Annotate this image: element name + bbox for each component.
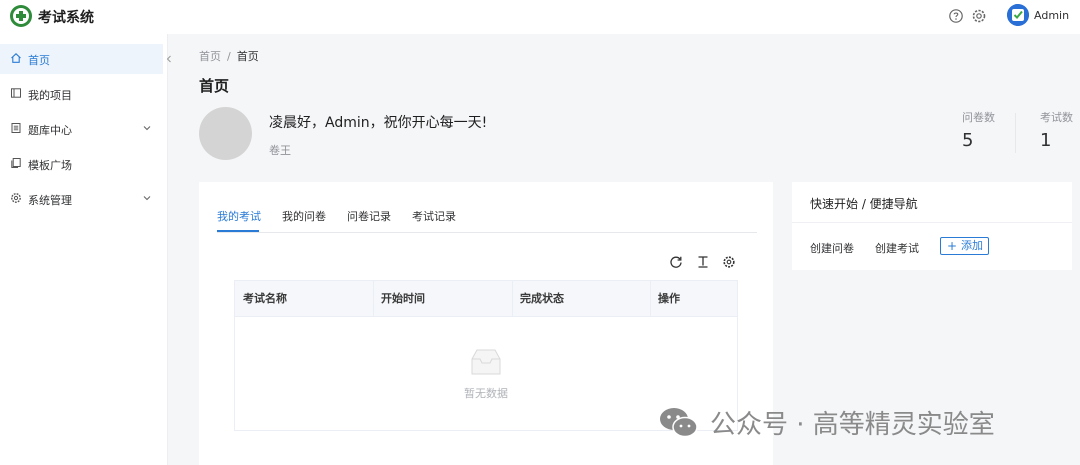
card-divider	[792, 222, 1072, 223]
quick-nav-title: 快速开始 / 便捷导航	[810, 197, 918, 211]
breadcrumb-current: 首页	[236, 50, 259, 63]
setting-icon[interactable]	[722, 255, 736, 269]
tab-my-surveys[interactable]: 我的问卷	[282, 208, 326, 224]
user-avatar[interactable]	[1007, 4, 1029, 26]
home-icon	[11, 53, 21, 63]
stat-value-surveys: 5	[962, 130, 974, 151]
gear-icon[interactable]	[971, 8, 987, 24]
plus-icon: +	[947, 239, 958, 253]
sidebar: 首页 我的项目 题库中心 模板广场 系统管理	[0, 34, 171, 465]
sidebar-item-templates[interactable]: 模板广场	[0, 149, 163, 179]
column-header-start-time: 开始时间	[381, 292, 425, 305]
gear-icon	[11, 193, 21, 203]
create-survey-link[interactable]: 创建问卷	[810, 240, 854, 256]
template-icon	[11, 158, 21, 168]
sidebar-item-system[interactable]: 系统管理	[0, 184, 163, 214]
user-role: 卷王	[269, 144, 291, 157]
tab-my-exams[interactable]: 我的考试	[217, 208, 261, 224]
sidebar-item-label: 模板广场	[28, 159, 72, 172]
wechat-icon	[660, 408, 698, 438]
tab-survey-records[interactable]: 问卷记录	[347, 208, 391, 224]
chevron-down-icon	[143, 196, 151, 201]
table-header: 考试名称 开始时间 完成状态 操作	[235, 281, 737, 317]
app-title: 考试系统	[38, 10, 94, 26]
sidebar-item-label: 我的项目	[28, 89, 72, 102]
breadcrumb-separator: /	[227, 50, 231, 63]
chevron-down-icon	[143, 126, 151, 131]
empty-inbox-icon	[471, 349, 501, 375]
add-button[interactable]: + 添加	[940, 237, 989, 255]
quick-nav-card: 快速开始 / 便捷导航 创建问卷 创建考试 + 添加	[792, 182, 1072, 270]
empty-text: 暂无数据	[464, 387, 508, 400]
column-header-exam-name: 考试名称	[243, 292, 287, 305]
profile-avatar	[199, 107, 252, 160]
sidebar-item-label: 首页	[28, 54, 50, 67]
stat-value-exams: 1	[1040, 130, 1052, 151]
stat-label-surveys: 问卷数	[962, 111, 995, 124]
tab-divider	[217, 232, 757, 233]
page-title: 首页	[199, 77, 230, 95]
watermark-text: 公众号 · 高等精灵实验室	[710, 410, 995, 440]
sidebar-item-projects[interactable]: 我的项目	[0, 79, 163, 109]
column-height-icon[interactable]	[696, 255, 710, 269]
top-header: 考试系统 Admin	[0, 0, 1080, 34]
sidebar-item-home[interactable]: 首页	[0, 44, 163, 74]
sidebar-item-question-bank[interactable]: 题库中心	[0, 114, 163, 144]
user-name[interactable]: Admin	[1034, 9, 1069, 22]
refresh-icon[interactable]	[669, 255, 683, 269]
collapse-sidebar-icon[interactable]	[164, 52, 174, 66]
column-header-actions: 操作	[658, 292, 680, 305]
sidebar-item-label: 系统管理	[28, 194, 72, 207]
active-tab-indicator	[217, 230, 259, 232]
create-exam-link[interactable]: 创建考试	[875, 240, 919, 256]
breadcrumb-item[interactable]: 首页	[199, 50, 221, 63]
tab-exam-records[interactable]: 考试记录	[412, 208, 456, 224]
greeting-text: 凌晨好，Admin，祝你开心每一天!	[269, 115, 488, 131]
breadcrumb: 首页 / 首页	[199, 48, 259, 64]
logo-icon	[10, 5, 32, 27]
sidebar-item-label: 题库中心	[28, 124, 72, 137]
question-bank-icon	[11, 123, 21, 133]
column-header-status: 完成状态	[520, 292, 564, 305]
stat-label-exams: 考试数	[1040, 111, 1073, 124]
project-icon	[11, 88, 21, 98]
help-icon[interactable]	[948, 8, 964, 24]
add-button-label: 添加	[961, 239, 983, 252]
stat-divider	[1015, 113, 1016, 153]
